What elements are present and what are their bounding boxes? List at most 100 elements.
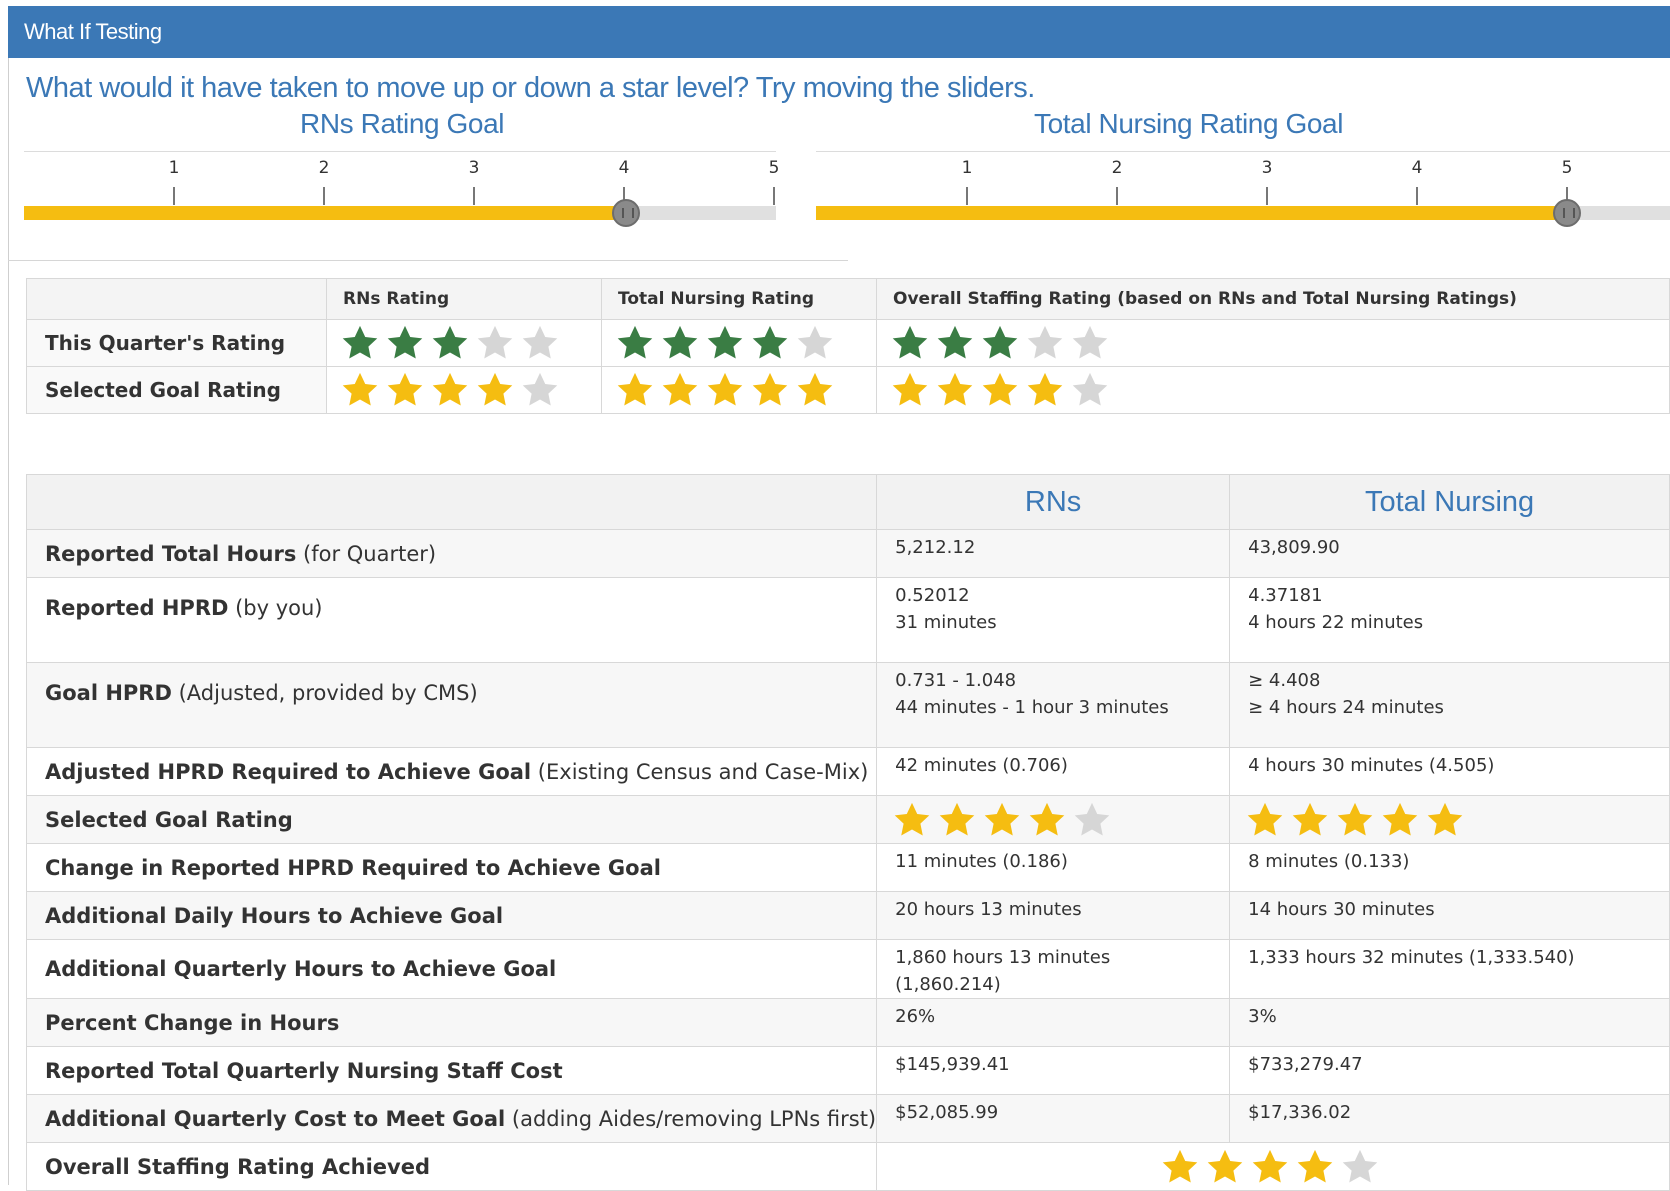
value-line: 8 minutes (0.133) <box>1248 851 1410 872</box>
slider-tick-mark <box>966 187 968 205</box>
col-total-nursing: Total Nursing <box>1229 474 1670 530</box>
rns-value: $145,939.41 <box>876 1046 1231 1095</box>
slider-fill <box>24 206 626 220</box>
star-empty-icon <box>1026 324 1064 362</box>
row-label-main: Adjusted HPRD Required to Achieve Goal <box>45 759 532 784</box>
star-filled-icon <box>706 324 744 362</box>
star-filled-icon <box>341 371 379 409</box>
row-label-main: Selected Goal Rating <box>45 807 293 832</box>
overall-rating-achieved-stars <box>876 1142 1670 1191</box>
rns-value: 0.52012 31 minutes <box>876 577 1231 663</box>
details-row-label: Selected Goal Rating <box>25 795 878 844</box>
rns-value: 0.731 - 1.048 44 minutes - 1 hour 3 minut… <box>876 662 1231 748</box>
details-row-label: Reported HPRD (by you) <box>25 577 878 663</box>
slider-handle[interactable] <box>612 199 640 227</box>
value-line: 4.37181 <box>1248 585 1323 606</box>
details-row: Overall Staffing Rating Achieved <box>25 1142 1670 1191</box>
star-empty-icon <box>1071 371 1109 409</box>
slider-tick-label: 5 <box>768 158 780 178</box>
slider-area-divider <box>8 260 848 261</box>
slider-tick-mark <box>173 187 175 205</box>
total-nursing-value: $733,279.47 <box>1229 1046 1670 1095</box>
row-label-main: Additional Daily Hours to Achieve Goal <box>45 903 504 928</box>
row-label-main: Percent Change in Hours <box>45 1010 340 1035</box>
selected-goal-rating-row: Selected Goal Rating <box>26 366 1670 414</box>
star-filled-icon <box>936 324 974 362</box>
total-nursing-rating-slider[interactable]: 1 2 3 4 5 <box>816 150 1670 230</box>
star-filled-icon <box>1381 801 1419 839</box>
star-empty-icon <box>1073 801 1111 839</box>
star-empty-icon <box>521 324 559 362</box>
row-label-main: Goal HPRD <box>45 681 172 705</box>
star-filled-icon <box>1028 801 1066 839</box>
details-row-label: Adjusted HPRD Required to Achieve Goal (… <box>25 747 878 796</box>
slider-fill <box>816 206 1567 220</box>
what-if-details-table: RNs Total Nursing Reported Total Hours (… <box>25 474 1670 1191</box>
star-empty-icon <box>1341 1148 1379 1186</box>
value-line: 4 hours 22 minutes <box>1248 612 1424 633</box>
value-line: $17,336.02 <box>1248 1102 1352 1123</box>
goal-rns-stars <box>876 795 1231 844</box>
value-line: 0.52012 <box>895 585 970 606</box>
this-quarter-overall-stars <box>876 319 1670 367</box>
slider-tick-mark <box>773 187 775 205</box>
details-row: Reported HPRD (by you) 0.52012 31 minutes 4… <box>25 577 1670 663</box>
panel-left-border <box>8 58 9 1185</box>
value-line: 0.731 - 1.048 <box>895 670 1017 691</box>
star-filled-icon <box>983 801 1021 839</box>
value-line: $145,939.41 <box>895 1054 1010 1075</box>
total-nursing-value: 4.37181 4 hours 22 minutes <box>1229 577 1670 663</box>
slider-tick-label: 4 <box>1411 158 1423 178</box>
star-filled-icon <box>1206 1148 1244 1186</box>
this-quarter-total-nursing-stars <box>601 319 877 367</box>
star-filled-icon <box>431 371 469 409</box>
ratings-summary-table: RNs Rating Total Nursing Rating Overall … <box>26 278 1670 414</box>
slider-tick-mark <box>1266 187 1268 205</box>
goal-total-nursing-stars <box>1229 795 1670 844</box>
details-row-label: Change in Reported HPRD Required to Achi… <box>25 843 878 892</box>
slider-tick-mark <box>323 187 325 205</box>
rns-rating-slider[interactable]: 1 2 3 4 5 <box>24 150 779 230</box>
star-filled-icon <box>1426 801 1464 839</box>
details-row: Selected Goal Rating <box>25 795 1670 844</box>
value-line: 1,333 hours 32 minutes (1,333.540) <box>1248 947 1575 968</box>
slider-tick-label: 4 <box>618 158 630 178</box>
row-label-qualifier: (Adjusted, provided by CMS) <box>171 681 478 705</box>
details-row: Goal HPRD (Adjusted, provided by CMS) 0.7… <box>25 662 1670 748</box>
star-filled-icon <box>936 371 974 409</box>
rns-value: 11 minutes (0.186) <box>876 843 1231 892</box>
details-row-label: Overall Staffing Rating Achieved <box>25 1142 878 1191</box>
star-filled-icon <box>616 324 654 362</box>
details-row-label: Additional Quarterly Cost to Meet Goal (… <box>25 1094 878 1143</box>
star-filled-icon <box>981 371 1019 409</box>
ratings-header-empty <box>26 278 327 320</box>
star-filled-icon <box>1026 371 1064 409</box>
slider-tick-label: 3 <box>468 158 480 178</box>
value-line: ≥ 4.408 <box>1248 670 1321 691</box>
slider-handle[interactable] <box>1553 199 1581 227</box>
total-nursing-value: $17,336.02 <box>1229 1094 1670 1143</box>
value-line: 4 hours 30 minutes (4.505) <box>1248 755 1495 776</box>
star-filled-icon <box>476 371 514 409</box>
star-filled-icon <box>616 371 654 409</box>
row-label-main: Additional Quarterly Hours to Achieve Go… <box>45 957 557 981</box>
value-line: 31 minutes <box>895 612 997 633</box>
details-header-row: RNs Total Nursing <box>25 474 1670 530</box>
star-filled-icon <box>938 801 976 839</box>
ratings-header-row: RNs Rating Total Nursing Rating Overall … <box>26 278 1670 320</box>
slider-tick-label: 2 <box>1111 158 1123 178</box>
row-label-main: Reported Total Quarterly Nursing Staff C… <box>45 1058 563 1083</box>
total-nursing-value: 4 hours 30 minutes (4.505) <box>1229 747 1670 796</box>
slider-tick-label: 1 <box>961 158 973 178</box>
value-line: 3% <box>1248 1006 1277 1027</box>
value-line: 42 minutes (0.706) <box>895 755 1068 776</box>
star-filled-icon <box>386 324 424 362</box>
star-filled-icon <box>661 371 699 409</box>
star-filled-icon <box>891 324 929 362</box>
star-filled-icon <box>981 324 1019 362</box>
rns-value: 1,860 hours 13 minutes (1,860.214) <box>876 939 1231 999</box>
slider-tick-label: 3 <box>1261 158 1273 178</box>
details-row-label: Reported Total Hours (for Quarter) <box>25 529 878 578</box>
star-filled-icon <box>1161 1148 1199 1186</box>
header-overall-staffing-rating: Overall Staffing Rating (based on RNs an… <box>876 278 1670 320</box>
